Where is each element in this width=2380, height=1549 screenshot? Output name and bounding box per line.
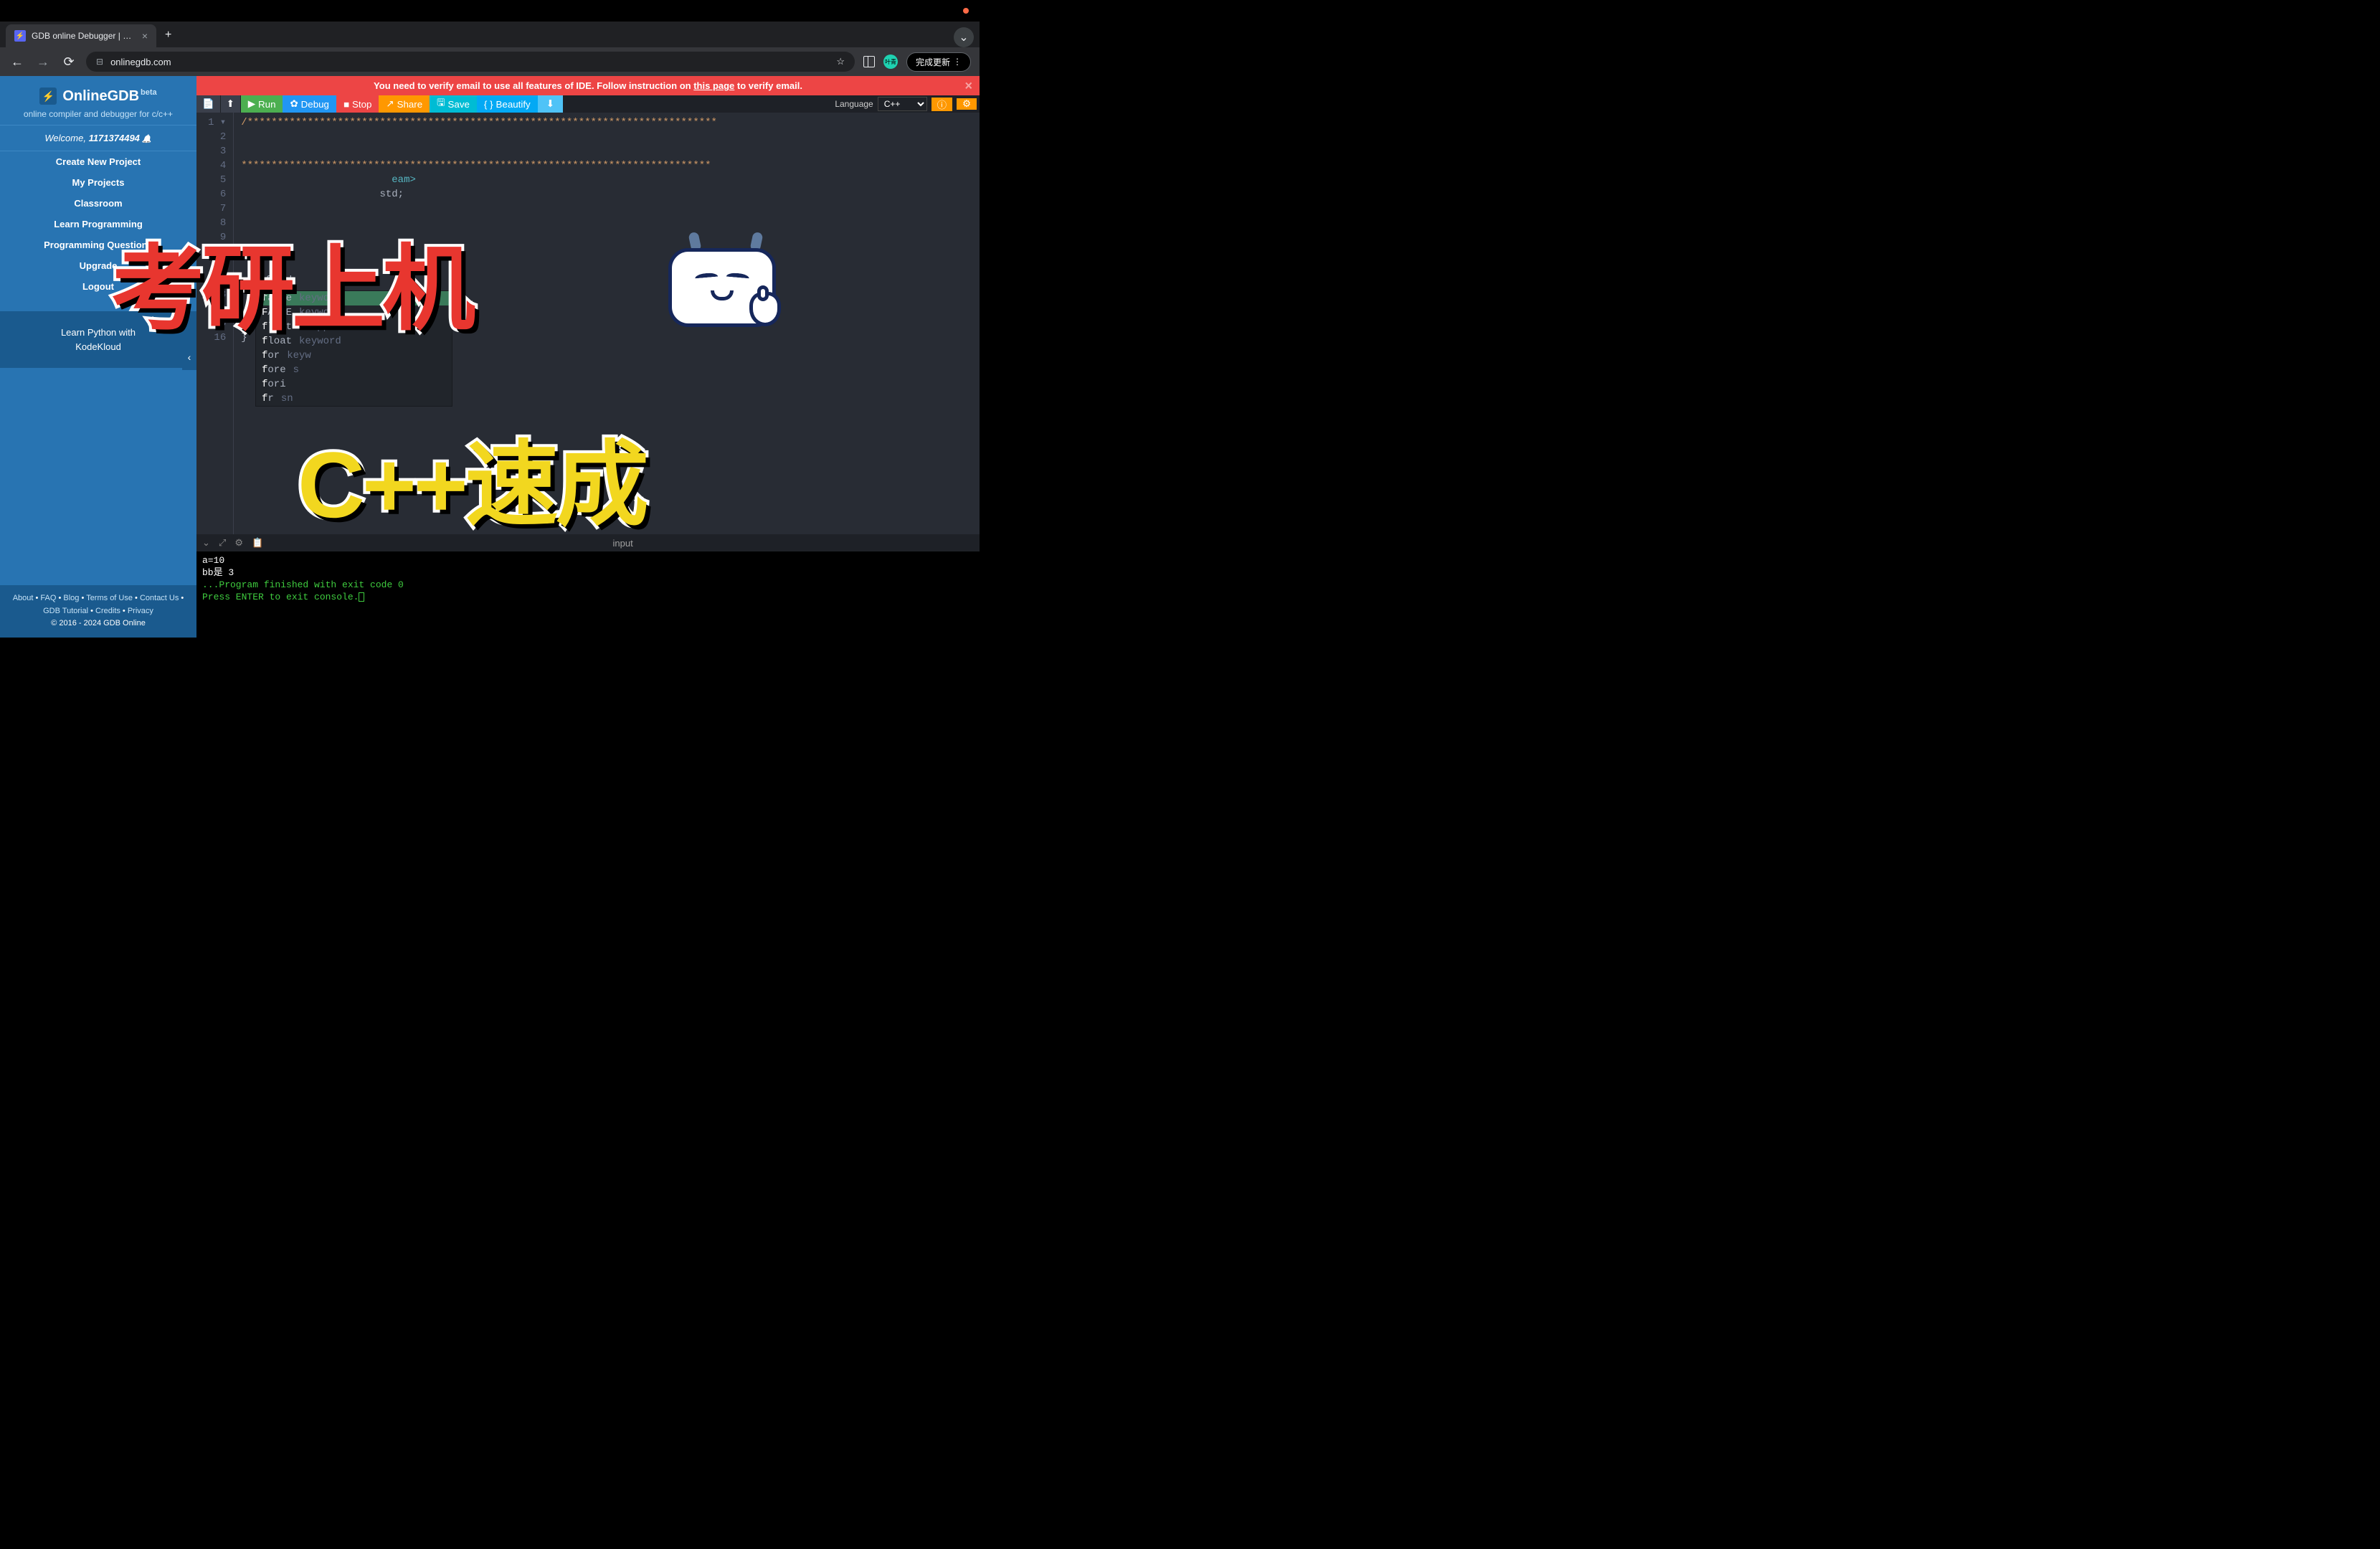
forward-button[interactable]: →: [34, 55, 52, 70]
console-toolbar: ⌄ ⤢ ⚙ 📋 input: [196, 534, 980, 551]
footer-about[interactable]: About: [13, 594, 34, 602]
browser-tab[interactable]: ⚡ GDB online Debugger | Comp ×: [6, 24, 156, 47]
autocomplete-item[interactable]: floatkeyword: [256, 334, 452, 349]
autocomplete-item[interactable]: fori: [256, 377, 452, 392]
update-button[interactable]: 完成更新⋮: [906, 52, 971, 72]
autocomplete-item[interactable]: flistsnippet: [256, 320, 452, 334]
sidebar-collapse-button[interactable]: ‹: [182, 344, 196, 370]
menu-learn-programming[interactable]: Learn Programming: [0, 214, 196, 235]
url-input[interactable]: ⊟ onlinegdb.com ☆: [86, 52, 855, 72]
menu-classroom[interactable]: Classroom: [0, 193, 196, 214]
menu-logout[interactable]: Logout: [0, 276, 196, 297]
menu-programming-questions[interactable]: Programming Questions: [0, 235, 196, 255]
footer-tutorial[interactable]: GDB Tutorial: [43, 607, 88, 615]
logo-icon: ⚡: [39, 87, 57, 105]
autocomplete-item[interactable]: fores: [256, 363, 452, 377]
menu-my-projects[interactable]: My Projects: [0, 172, 196, 193]
share-button[interactable]: ↗ Share: [379, 95, 430, 113]
tab-dropdown-button[interactable]: ⌄: [954, 27, 974, 47]
browser-title-bar: [0, 0, 980, 22]
stop-button[interactable]: ■ Stop: [336, 95, 379, 113]
verify-email-link[interactable]: this page: [693, 80, 734, 91]
notification-bell-icon[interactable]: [140, 133, 152, 143]
tab-title: GDB online Debugger | Comp: [32, 31, 136, 41]
footer-contact[interactable]: Contact Us: [140, 594, 179, 602]
welcome-message: Welcome, 1171374494: [0, 125, 196, 151]
line-gutter: 1 ▾2345678910111213141516: [196, 113, 234, 534]
toolbar: 📄 ⬆ ▶ Run ✿ Debug ■ Stop ↗ Share 🖫 Save …: [196, 95, 980, 113]
verify-email-alert: You need to verify email to use all feat…: [196, 76, 980, 95]
reload-button[interactable]: ⟳: [60, 55, 77, 70]
console-settings-icon[interactable]: ⚙: [234, 537, 243, 549]
console-label: input: [612, 538, 632, 549]
logo-text: OnlineGDBbeta: [62, 88, 156, 105]
autocomplete-item[interactable]: forkeyw: [256, 349, 452, 363]
autocomplete-popup[interactable]: falsekeyword FALSEkeyword flistsnippet f…: [255, 290, 452, 407]
content-area: ⚡ OnlineGDBbeta online compiler and debu…: [0, 76, 980, 638]
save-button[interactable]: 🖫 Save: [430, 95, 477, 113]
url-bar: ← → ⟳ ⊟ onlinegdb.com ☆ 叶青 完成更新⋮: [0, 47, 980, 76]
autocomplete-item[interactable]: frsn: [256, 392, 452, 406]
settings-button[interactable]: ⚙: [957, 98, 977, 110]
copyright: © 2016 - 2024 GDB Online: [7, 617, 189, 630]
sidebar-menu: Create New Project My Projects Classroom…: [0, 151, 196, 297]
promo-box[interactable]: Learn Python with KodeKloud: [0, 311, 196, 368]
footer-faq[interactable]: FAQ: [40, 594, 56, 602]
debug-button[interactable]: ✿ Debug: [283, 95, 336, 113]
tab-bar: ⚡ GDB online Debugger | Comp × + ⌄: [0, 22, 980, 47]
code-editor[interactable]: 1 ▾2345678910111213141516 /*************…: [196, 113, 980, 534]
console-cursor: [359, 592, 364, 602]
sidepanel-icon[interactable]: [863, 56, 875, 67]
alert-close-icon[interactable]: ×: [964, 78, 972, 93]
tab-favicon: ⚡: [14, 30, 26, 42]
language-select[interactable]: C++: [878, 97, 927, 111]
autocomplete-item[interactable]: FALSEkeyword: [256, 305, 452, 320]
back-button[interactable]: ←: [9, 55, 26, 70]
new-tab-button[interactable]: +: [156, 23, 180, 47]
run-button[interactable]: ▶ Run: [241, 95, 283, 113]
console-output[interactable]: a=10 bb是 3 ...Program finished with exit…: [196, 551, 980, 638]
language-label: Language: [835, 99, 873, 109]
logo-tagline: online compiler and debugger for c/c++: [7, 109, 189, 119]
autocomplete-item[interactable]: falsekeyword: [256, 291, 452, 305]
bookmark-icon[interactable]: ☆: [836, 56, 845, 67]
window-control-dot: [963, 8, 969, 14]
footer-privacy[interactable]: Privacy: [128, 607, 153, 615]
sidebar: ⚡ OnlineGDBbeta online compiler and debu…: [0, 76, 196, 638]
menu-create-project[interactable]: Create New Project: [0, 151, 196, 172]
site-info-icon[interactable]: ⊟: [96, 57, 103, 67]
info-button[interactable]: ⓘ: [931, 98, 952, 111]
tab-close-icon[interactable]: ×: [142, 30, 148, 42]
console-copy-icon[interactable]: 📋: [252, 537, 263, 549]
menu-upgrade[interactable]: Upgrade: [0, 255, 196, 276]
footer-credits[interactable]: Credits: [95, 607, 120, 615]
url-text: onlinegdb.com: [110, 57, 171, 67]
console-collapse-icon[interactable]: ⌄: [202, 537, 210, 549]
profile-avatar[interactable]: 叶青: [883, 55, 898, 69]
console-expand-icon[interactable]: ⤢: [219, 537, 226, 549]
download-button[interactable]: ⬇: [538, 95, 563, 113]
new-file-button[interactable]: 📄: [196, 95, 221, 113]
logo-area: ⚡ OnlineGDBbeta online compiler and debu…: [0, 76, 196, 125]
sidebar-footer: About • FAQ • Blog • Terms of Use • Cont…: [0, 585, 196, 638]
beautify-button[interactable]: { } Beautify: [477, 95, 538, 113]
footer-terms[interactable]: Terms of Use: [86, 594, 133, 602]
footer-blog[interactable]: Blog: [63, 594, 79, 602]
main-area: You need to verify email to use all feat…: [196, 76, 980, 638]
upload-button[interactable]: ⬆: [221, 95, 241, 113]
